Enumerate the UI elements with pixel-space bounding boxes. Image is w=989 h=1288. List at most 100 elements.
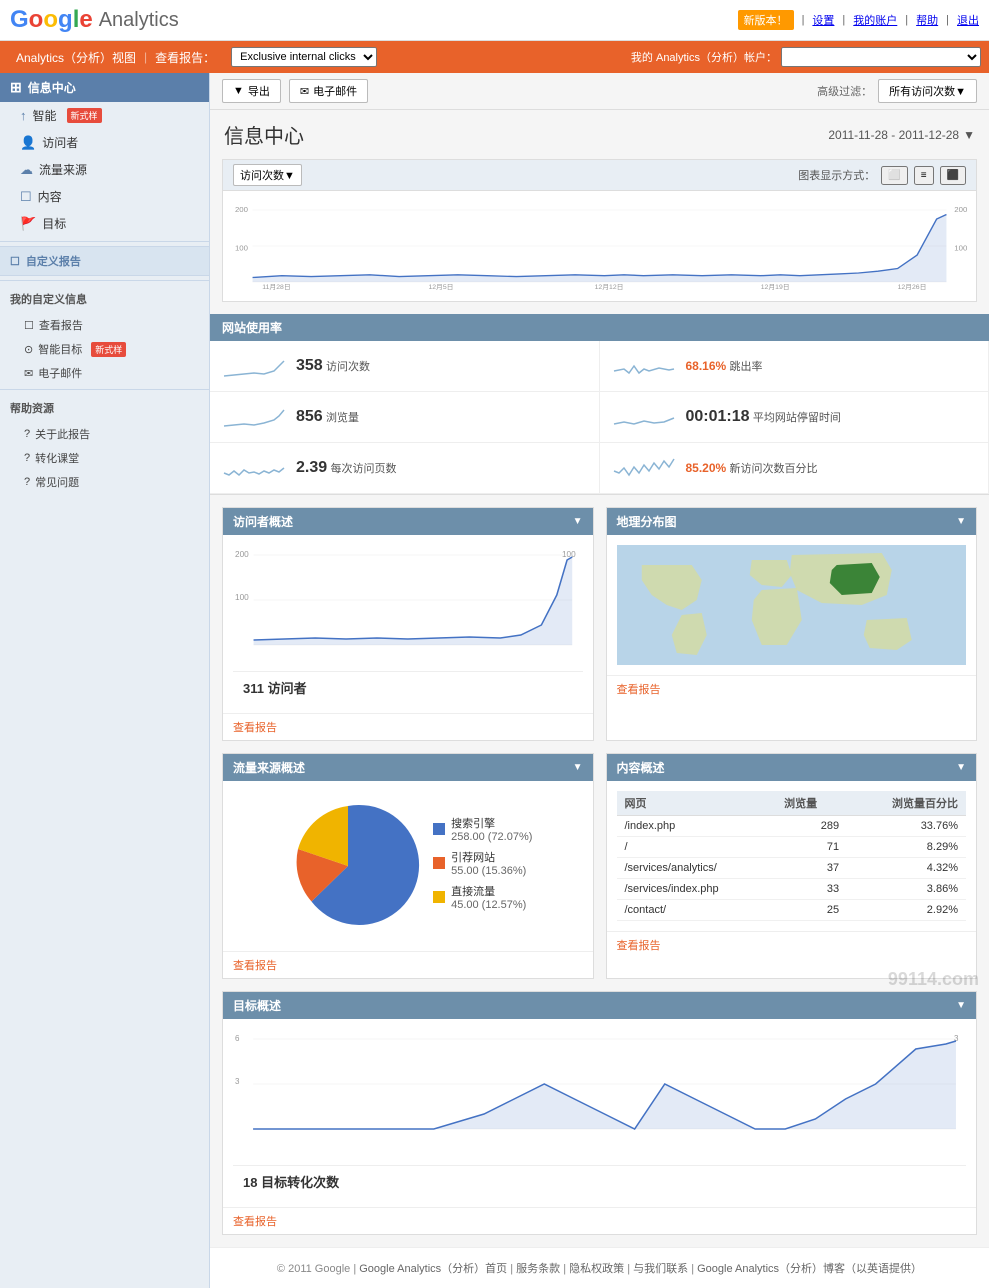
svg-text:100: 100 [235,244,248,253]
goal-widget-collapse-icon[interactable]: ▼ [956,1000,966,1011]
visits-number: 358 [296,357,323,374]
footer-link-0[interactable]: Google Analytics（分析）首页 [359,1263,507,1275]
line-chart-btn[interactable]: ⬜ [881,166,907,185]
sidebar-info-center-section: ⊞ 信息中心 ↑ 智能 新式样 👤 访问者 ☁ 流量来源 ☐ 内容 🚩 [0,73,209,237]
sidebar-email[interactable]: ✉ 电子邮件 [0,361,209,385]
visitor-widget-footer: 查看报告 [223,713,593,740]
footer-link-4[interactable]: Google Analytics（分析）博客（以英语提供） [697,1263,922,1275]
new-visits-label: 新访问次数百分比 [730,463,818,475]
goal-widget: 目标概述 ▼ 6 3 3 18 目标转化次数 [222,991,977,1235]
goals-icon: 🚩 [20,216,36,232]
pie-chart-svg [283,801,413,931]
export-label: 导出 [248,83,270,99]
table-cell-views: 289 [776,816,847,837]
traffic-legend: 搜索引擎 258.00 (72.07%) 引荐网站 55.00 (15.36%) [433,815,532,917]
traffic-icon: ☁ [20,162,33,178]
sidebar-item-content[interactable]: ☐ 内容 [0,183,209,210]
sidebar-item-goals[interactable]: 🚩 目标 [0,210,209,237]
svg-text:11月28日: 11月28日 [262,283,290,291]
legend-label-referral: 引荐网站 [451,849,526,865]
visitor-widget-collapse-icon[interactable]: ▼ [573,516,583,527]
sidebar-conversion-university[interactable]: ? 转化课堂 [0,446,209,470]
stat-pages-per-visit: 2.39 每次访问页数 [210,443,600,494]
sidebar-content-label: 内容 [38,188,62,205]
sidebar-common-questions-label: 常见问题 [35,474,79,490]
footer-link-1[interactable]: 服务条款 [516,1263,560,1275]
traffic-widget-body: 搜索引擎 258.00 (72.07%) 引荐网站 55.00 (15.36%) [223,781,593,951]
settings-link[interactable]: 设置 [812,12,834,28]
sidebar-view-reports[interactable]: ☐ 查看报告 [0,313,209,337]
logout-link[interactable]: 退出 [957,12,979,28]
table-header-page: 网页 [617,791,777,816]
goal-report-link[interactable]: 查看报告 [233,1216,277,1228]
pie-container: 搜索引擎 258.00 (72.07%) 引荐网站 55.00 (15.36%) [233,791,583,941]
table-cell-views: 71 [776,837,847,858]
main-chart-container: 访问次数▼ 图表显示方式： ⬜ ≡ ⬛ 200 100 200 100 [222,159,977,302]
content-area: ▼ 导出 ✉ 电子邮件 高级过滤： 所有访问次数▼ 信息中心 2011-11-2… [210,73,989,1288]
view-reports-icon: ☐ [24,319,34,332]
account-select[interactable] [781,47,981,67]
footer-link-2[interactable]: 隐私权政策 [569,1263,624,1275]
date-range[interactable]: 2011-11-28 - 2011-12-28 ▼ [828,128,975,142]
bar-chart-btn[interactable]: ≡ [914,166,934,185]
help-link[interactable]: 帮助 [916,12,938,28]
goal-chart: 6 3 3 [233,1029,966,1159]
content-table: 网页 浏览量 浏览量百分比 /index.php 289 33.76% / 71… [617,791,967,921]
visitor-widget-title: 访问者概述 [233,513,293,530]
reports-nav-link[interactable]: 查看报告： [147,49,223,66]
sidebar-smart-goals[interactable]: ⊙ 智能目标 新式样 [0,337,209,361]
svg-text:12月19日: 12月19日 [761,283,790,291]
content-widget-collapse-icon[interactable]: ▼ [956,762,966,773]
goal-stat: 18 目标转化次数 [233,1165,966,1197]
visitor-chart-svg: 200 100 100 [233,545,583,665]
about-reports-icon: ? [24,428,30,440]
content-report-link[interactable]: 查看报告 [617,940,661,952]
geo-widget-footer: 查看报告 [607,675,977,702]
visits-info: 358 访问次数 [296,357,585,375]
analytics-nav-link[interactable]: Analytics（分析）视图 [8,49,144,66]
main-chart-area: 200 100 200 100 11月28日 12月5日 12月12日 12月1… [223,191,976,301]
sidebar-visitors-label: 访问者 [42,134,78,151]
header: Google Analytics 新版本！ | 设置 | 我的账户 | 帮助 |… [0,0,989,41]
google-logo: Google [10,6,93,34]
my-account-link[interactable]: 我的账户 [853,12,897,28]
visitor-report-link[interactable]: 查看报告 [233,722,277,734]
sidebar-info-center-header[interactable]: ⊞ 信息中心 [0,73,209,102]
content-widget: 内容概述 ▼ 网页 浏览量 浏览量百分比 /ind [606,753,978,979]
sidebar-item-traffic[interactable]: ☁ 流量来源 [0,156,209,183]
all-visits-button[interactable]: 所有访问次数▼ [878,79,977,103]
content-icon: ☐ [20,189,32,205]
footer-link-3[interactable]: 与我们联系 [633,1263,688,1275]
traffic-report-link[interactable]: 查看报告 [233,960,277,972]
svg-text:200: 200 [235,205,248,214]
sidebar-common-questions[interactable]: ? 常见问题 [0,470,209,494]
export-button[interactable]: ▼ 导出 [222,79,281,103]
sidebar-item-advisor[interactable]: ↑ 智能 新式样 [0,102,209,129]
table-cell-page: /contact/ [617,900,777,921]
visitor-widget: 访问者概述 ▼ 200 100 100 [222,507,594,741]
table-cell-percent: 33.76% [847,816,966,837]
goal-chart-svg: 6 3 3 [233,1029,966,1159]
compare-btn[interactable]: ⬛ [940,166,966,185]
pages-per-visit-number: 2.39 [296,459,327,476]
sidebar-about-reports[interactable]: ? 关于此报告 [0,422,209,446]
bounce-sparkline [614,351,674,381]
header-separator: | [802,14,805,26]
visits-label: 访问次数 [326,361,370,373]
geo-widget-collapse-icon[interactable]: ▼ [956,516,966,527]
sidebar-item-visitors[interactable]: 👤 访问者 [0,129,209,156]
traffic-widget-collapse-icon[interactable]: ▼ [573,762,583,773]
help-resources-label: 帮助资源 [0,394,209,422]
chart-tab-visits[interactable]: 访问次数▼ [233,164,302,186]
filter-select-container[interactable]: Exclusive internal clicks [231,47,377,67]
analytics-logo-text: Analytics [99,9,179,32]
filter-select[interactable]: Exclusive internal clicks [231,47,377,67]
two-col-row2: 流量来源概述 ▼ [210,741,989,991]
logo: Google Analytics [10,6,179,34]
legend-text-direct: 直接流量 45.00 (12.57%) [451,883,526,911]
goal-widget-header: 目标概述 ▼ [223,992,976,1019]
geo-report-link[interactable]: 查看报告 [617,684,661,696]
email-button[interactable]: ✉ 电子邮件 [289,79,368,103]
sidebar-custom-reports-header[interactable]: ☐ 自定义报告 [0,246,209,276]
site-stats-title: 网站使用率 [222,321,282,335]
